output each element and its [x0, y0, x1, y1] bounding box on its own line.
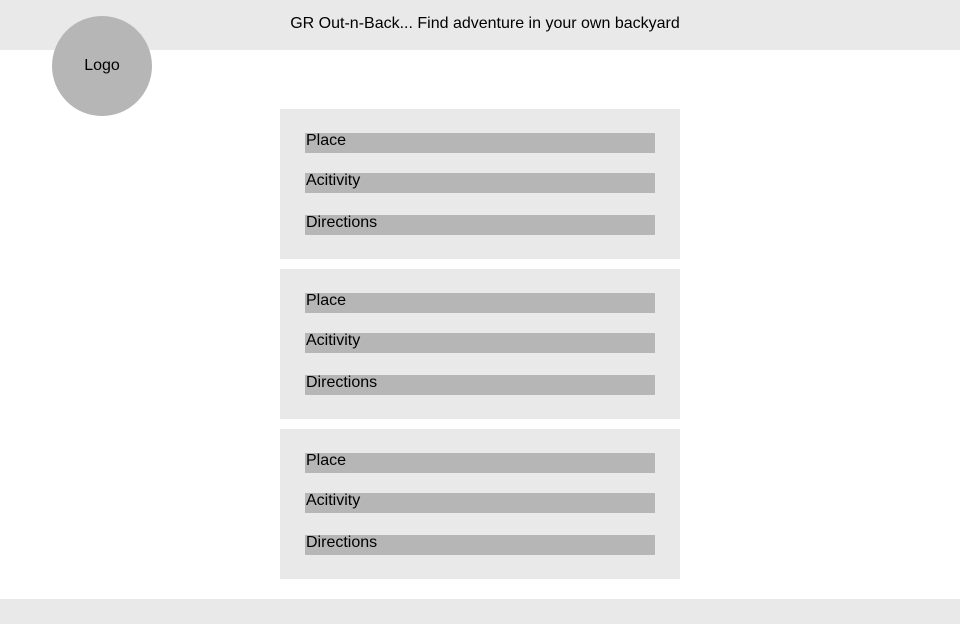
directions-field[interactable]: Directions [305, 214, 655, 235]
directions-label: Directions [306, 214, 378, 231]
activity-label: Acitivity [306, 492, 361, 509]
place-field: Place [305, 292, 655, 313]
place-field: Place [305, 452, 655, 473]
directions-field[interactable]: Directions [305, 374, 655, 395]
place-label: Place [306, 452, 347, 469]
adventure-card[interactable]: Place Acitivity Directions [280, 269, 680, 419]
place-field: Place [305, 132, 655, 153]
directions-label: Directions [306, 534, 378, 551]
logo[interactable]: Logo [52, 16, 152, 116]
activity-label: Acitivity [306, 332, 361, 349]
activity-label: Acitivity [306, 172, 361, 189]
directions-label: Directions [306, 374, 378, 391]
site-title: GR Out-n-Back... Find adventure in your … [290, 15, 680, 32]
place-label: Place [306, 292, 347, 309]
activity-field: Acitivity [305, 332, 655, 353]
place-label: Place [306, 132, 347, 149]
adventure-card[interactable]: Place Acitivity Directions [280, 429, 680, 579]
footer-bar [0, 599, 960, 624]
logo-label: Logo [84, 57, 120, 74]
activity-field: Acitivity [305, 172, 655, 193]
adventure-card[interactable]: Place Acitivity Directions [280, 109, 680, 259]
activity-field: Acitivity [305, 492, 655, 513]
directions-field[interactable]: Directions [305, 534, 655, 555]
